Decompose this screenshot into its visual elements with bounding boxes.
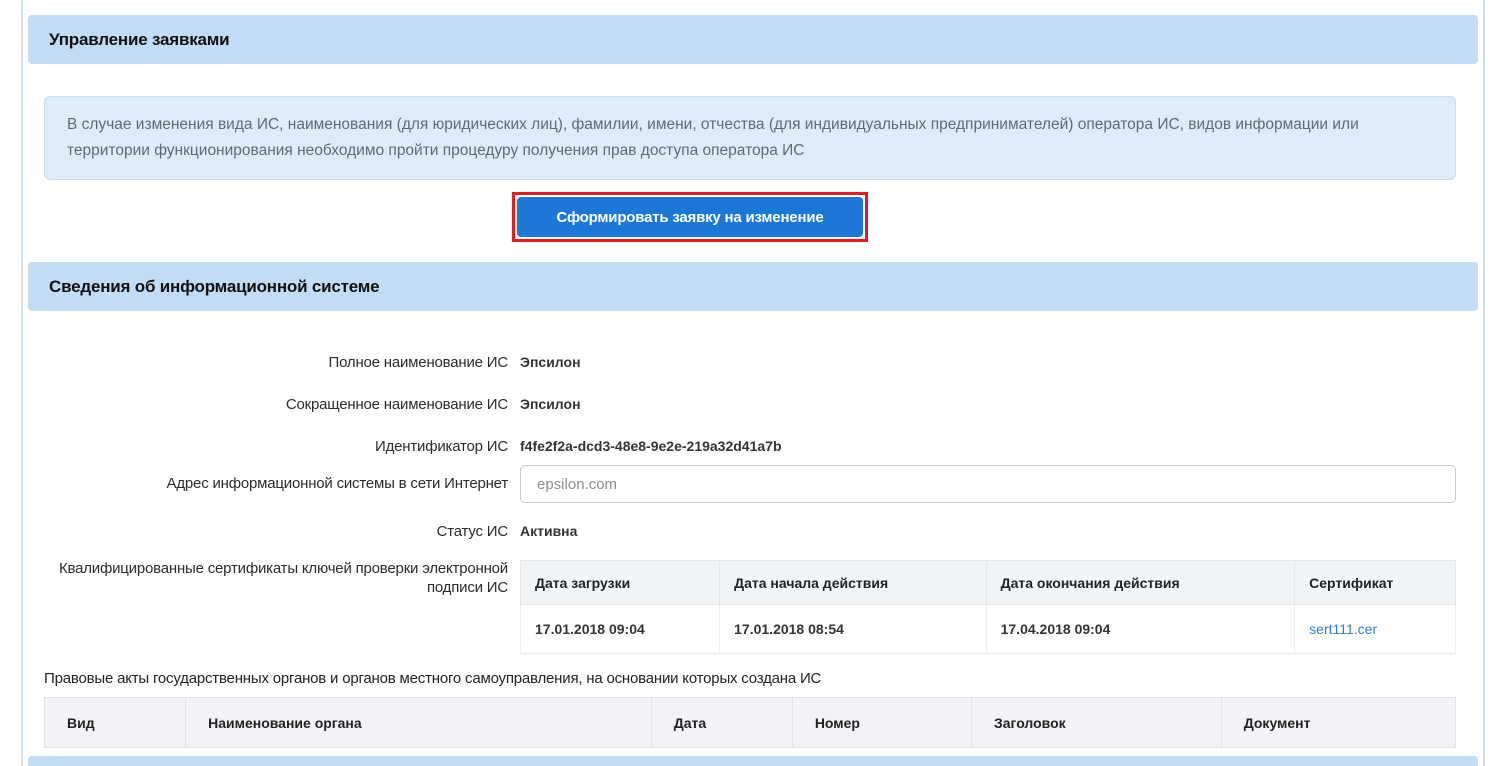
acts-col-title: Заголовок bbox=[972, 698, 1222, 748]
section-header-system-info: Сведения об информационной системе bbox=[28, 262, 1478, 311]
form-row-status: Статус ИС Активна bbox=[28, 522, 1478, 541]
system-info-form: Полное наименование ИС Эпсилон Сокращенн… bbox=[28, 353, 1478, 654]
create-change-request-button[interactable]: Сформировать заявку на изменение bbox=[517, 197, 863, 237]
panel-right-border bbox=[1483, 0, 1485, 766]
info-alert-text: В случае изменения вида ИС, наименования… bbox=[67, 116, 1359, 159]
full-name-value: Эпсилон bbox=[520, 353, 1456, 370]
button-row: Сформировать заявку на изменение bbox=[28, 192, 1478, 242]
cert-file-cell: sert111.cer bbox=[1295, 605, 1456, 654]
acts-col-date: Дата bbox=[651, 698, 792, 748]
main-content: Управление заявками В случае изменения в… bbox=[28, 15, 1478, 766]
internet-address-input[interactable] bbox=[520, 465, 1456, 503]
legal-acts-header-row: Вид Наименование органа Дата Номер Загол… bbox=[45, 698, 1456, 748]
certificate-table-row: 17.01.2018 09:04 17.01.2018 08:54 17.04.… bbox=[521, 605, 1456, 654]
form-row-full-name: Полное наименование ИС Эпсилон bbox=[28, 353, 1478, 372]
cert-upload-date-cell: 17.01.2018 09:04 bbox=[521, 605, 720, 654]
acts-col-number: Номер bbox=[792, 698, 971, 748]
cert-end-date-cell: 17.04.2018 09:04 bbox=[986, 605, 1295, 654]
certificates-table: Дата загрузки Дата начала действия Дата … bbox=[520, 560, 1456, 654]
legal-acts-caption: Правовые акты государственных органов и … bbox=[44, 670, 1456, 687]
legal-acts-table-wrap: Вид Наименование органа Дата Номер Загол… bbox=[44, 697, 1456, 748]
status-value: Активна bbox=[520, 522, 1456, 539]
form-row-internet-address: Адрес информационной системы в сети Инте… bbox=[28, 464, 1478, 503]
panel-left-border bbox=[21, 0, 23, 766]
cert-col-certificate: Сертификат bbox=[1295, 561, 1456, 605]
acts-col-type: Вид bbox=[45, 698, 186, 748]
legal-acts-table: Вид Наименование органа Дата Номер Загол… bbox=[44, 697, 1456, 748]
acts-col-document: Документ bbox=[1221, 698, 1455, 748]
red-highlight-annotation: Сформировать заявку на изменение bbox=[512, 192, 868, 242]
form-row-identifier: Идентификатор ИС f4fe2f2a-dcd3-48e8-9e2e… bbox=[28, 437, 1478, 456]
form-row-certificates: Квалифицированные сертификаты ключей про… bbox=[28, 559, 1478, 654]
internet-address-label: Адрес информационной системы в сети Инте… bbox=[28, 474, 508, 493]
certificates-table-wrap: Дата загрузки Дата начала действия Дата … bbox=[520, 559, 1456, 654]
cert-col-upload-date: Дата загрузки bbox=[521, 561, 720, 605]
cert-col-end-date: Дата окончания действия bbox=[986, 561, 1295, 605]
internet-address-field-wrap bbox=[520, 464, 1456, 503]
full-name-label: Полное наименование ИС bbox=[28, 353, 508, 372]
acts-col-authority-name: Наименование органа bbox=[186, 698, 652, 748]
certificates-label: Квалифицированные сертификаты ключей про… bbox=[28, 559, 508, 597]
bottom-section-bar bbox=[28, 756, 1478, 766]
status-label: Статус ИС bbox=[28, 522, 508, 541]
identifier-value: f4fe2f2a-dcd3-48e8-9e2e-219a32d41a7b bbox=[520, 437, 1456, 454]
info-alert: В случае изменения вида ИС, наименования… bbox=[44, 96, 1456, 180]
certificates-header-row: Дата загрузки Дата начала действия Дата … bbox=[521, 561, 1456, 605]
form-row-short-name: Сокращенное наименование ИС Эпсилон bbox=[28, 395, 1478, 414]
certificate-file-link[interactable]: sert111.cer bbox=[1309, 621, 1377, 637]
cert-start-date-cell: 17.01.2018 08:54 bbox=[720, 605, 986, 654]
identifier-label: Идентификатор ИС bbox=[28, 437, 508, 456]
short-name-value: Эпсилон bbox=[520, 395, 1456, 412]
cert-col-start-date: Дата начала действия bbox=[720, 561, 986, 605]
short-name-label: Сокращенное наименование ИС bbox=[28, 395, 508, 414]
section-header-applications: Управление заявками bbox=[28, 15, 1478, 64]
